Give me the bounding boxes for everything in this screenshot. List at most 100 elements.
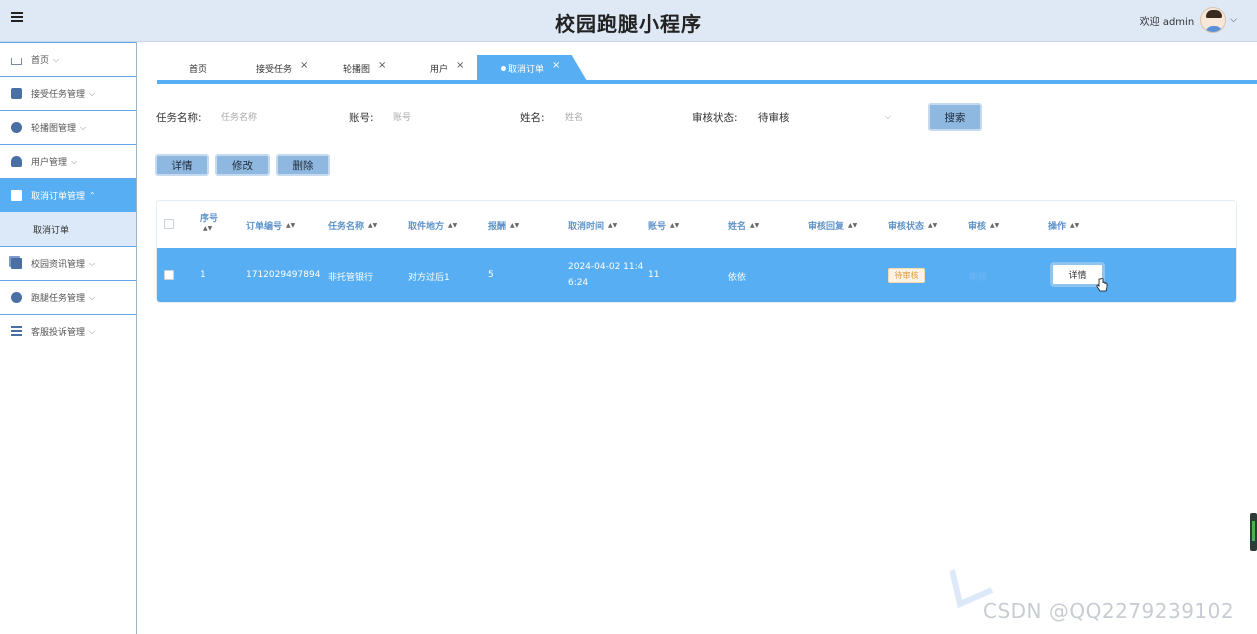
list-icon — [11, 326, 22, 337]
header-order-no[interactable]: 订单编号 ▲▼ — [246, 219, 295, 232]
chevron-up-icon: ⌃ — [89, 191, 96, 200]
tab-underline — [157, 80, 1257, 84]
header-audit[interactable]: 审核 ▲▼ — [968, 219, 999, 232]
sidebar-item-home[interactable]: 首页 ⌵ — [0, 42, 136, 76]
sidebar-item-campus-news[interactable]: 校园资讯管理 ⌵ — [0, 246, 136, 280]
header-seq[interactable]: 序号 ▲▼ — [200, 211, 219, 232]
ticket-icon — [11, 190, 22, 201]
tab-carousel[interactable]: 轮播图 × — [343, 55, 386, 81]
sidebar-subitem-cancel-order[interactable]: 取消订单 — [0, 212, 136, 246]
sort-icon[interactable]: ▲▼ — [286, 223, 295, 229]
cell-name: 依依 — [728, 273, 747, 283]
sort-icon[interactable]: ▲▼ — [203, 226, 212, 232]
header-account[interactable]: 账号 ▲▼ — [648, 219, 679, 232]
status-badge: 待审核 — [888, 268, 925, 283]
sort-icon[interactable]: ▲▼ — [750, 223, 759, 229]
sort-icon[interactable]: ▲▼ — [670, 223, 679, 229]
tab-bar: 首页 接受任务 × 轮播图 × 用户 × 取消订单 × — [137, 42, 1257, 84]
orders-table: 序号 ▲▼ 订单编号 ▲▼ 任务名称 ▲▼ 取件地方 ▲▼ 报酬 ▲▼ 取消时间 ▲▼ 账… — [156, 200, 1237, 303]
plus-circle-icon — [11, 122, 22, 133]
sidebar-item-label: 接受任务管理 — [31, 90, 86, 100]
account-label: 账号: — [349, 112, 374, 124]
close-icon[interactable]: × — [552, 60, 560, 71]
header-label: 取消时间 — [568, 222, 605, 232]
header-label: 审核状态 — [888, 222, 925, 232]
sidebar-item-cancel-order[interactable]: 取消订单管理 ⌃ — [0, 178, 136, 212]
sort-icon[interactable]: ▲▼ — [608, 223, 617, 229]
sort-icon[interactable]: ▲▼ — [368, 223, 377, 229]
sort-icon[interactable]: ▲▼ — [448, 223, 457, 229]
header-pickup[interactable]: 取件地方 ▲▼ — [408, 219, 457, 232]
delete-button[interactable]: 删除 — [276, 154, 330, 176]
watermark-text: CSDN @QQ2279239102 — [983, 599, 1235, 623]
menu-toggle-icon[interactable] — [11, 12, 23, 24]
close-icon[interactable]: × — [300, 60, 308, 71]
sidebar-item-accept-task[interactable]: 接受任务管理 ⌵ — [0, 76, 136, 110]
header-label: 报酬 — [488, 222, 507, 232]
search-button[interactable]: 搜索 — [928, 103, 982, 131]
cell-task-name: 非托管银行 — [328, 273, 374, 283]
detail-button[interactable]: 详情 — [155, 154, 209, 176]
chevron-down-icon: ⌵ — [884, 112, 891, 121]
user-menu[interactable]: 欢迎 admin ⌵ — [1140, 5, 1237, 35]
cell-cancel-time-line1: 2024-04-02 11:4 — [568, 262, 644, 272]
sidebar-item-complaints[interactable]: 客服投诉管理 ⌵ — [0, 314, 136, 348]
sidebar-item-users[interactable]: 用户管理 ⌵ — [0, 144, 136, 178]
close-icon[interactable]: × — [456, 60, 464, 71]
header-audit-reply[interactable]: 审核回复 ▲▼ — [808, 219, 857, 232]
tab-cancel-order[interactable]: 取消订单 × — [477, 55, 587, 81]
avatar[interactable] — [1200, 7, 1227, 33]
audit-link[interactable]: 审核 — [969, 270, 987, 283]
tab-label: 轮播图 — [343, 64, 371, 75]
name-input[interactable] — [563, 105, 683, 129]
header-label: 姓名 — [728, 222, 747, 232]
header-label: 取件地方 — [408, 222, 445, 232]
edit-button[interactable]: 修改 — [215, 154, 270, 176]
check-circle-icon — [11, 292, 22, 303]
sidebar-item-label: 客服投诉管理 — [31, 328, 86, 338]
bookmark-icon — [11, 88, 22, 99]
chevron-down-icon: ⌵ — [71, 156, 78, 166]
active-dot-icon — [501, 65, 506, 71]
tab-users[interactable]: 用户 × — [430, 55, 464, 81]
row-checkbox[interactable] — [164, 270, 174, 280]
sidebar-item-label: 取消订单管理 — [31, 192, 86, 202]
tab-home[interactable]: 首页 — [189, 55, 207, 81]
chevron-down-icon: ⌵ — [53, 54, 60, 64]
header-audit-status[interactable]: 审核状态 ▲▼ — [888, 219, 937, 232]
header-cancel-time[interactable]: 取消时间 ▲▼ — [568, 219, 617, 232]
sort-icon[interactable]: ▲▼ — [510, 223, 519, 229]
task-name-input[interactable] — [219, 105, 339, 129]
chevron-down-icon: ⌵ — [80, 122, 87, 132]
tab-accept-task[interactable]: 接受任务 × — [256, 55, 308, 81]
cell-pickup: 对方过后1 — [408, 273, 450, 283]
sidebar-item-errand-task[interactable]: 跑腿任务管理 ⌵ — [0, 280, 136, 314]
sidebar-item-label: 校园资讯管理 — [31, 260, 86, 270]
table-header: 序号 ▲▼ 订单编号 ▲▼ 任务名称 ▲▼ 取件地方 ▲▼ 报酬 ▲▼ 取消时间 ▲▼ 账… — [157, 201, 1236, 248]
audit-status-label: 审核状态: — [692, 112, 738, 124]
close-icon[interactable]: × — [378, 60, 386, 71]
chevron-down-icon[interactable]: ⌵ — [1230, 15, 1237, 25]
header-label: 审核回复 — [808, 222, 845, 232]
table-row[interactable]: 1 1712029497894 非托管银行 对方过后1 5 2024-04-02… — [157, 248, 1236, 302]
app-title: 校园跑腿小程序 — [555, 12, 702, 36]
header-reward[interactable]: 报酬 ▲▼ — [488, 219, 519, 232]
audit-status-select[interactable]: 待审核 ⌵ — [755, 105, 895, 129]
chevron-down-icon: ⌵ — [89, 292, 96, 302]
sort-icon[interactable]: ▲▼ — [1070, 223, 1079, 229]
header-task-name[interactable]: 任务名称 ▲▼ — [328, 219, 377, 232]
sidebar-item-carousel[interactable]: 轮播图管理 ⌵ — [0, 110, 136, 144]
cell-seq: 1 — [200, 270, 206, 280]
tab-label: 接受任务 — [256, 64, 293, 75]
sort-icon[interactable]: ▲▼ — [990, 223, 999, 229]
header-name[interactable]: 姓名 ▲▼ — [728, 219, 759, 232]
sort-icon[interactable]: ▲▼ — [928, 223, 937, 229]
scroll-handle[interactable] — [1250, 513, 1257, 551]
header-operation[interactable]: 操作 ▲▼ — [1048, 219, 1079, 232]
hand-cursor-icon — [1096, 278, 1108, 292]
sort-icon[interactable]: ▲▼ — [848, 223, 857, 229]
header-label: 审核 — [968, 222, 987, 232]
header-seq-label: 序号 — [200, 214, 219, 224]
account-input[interactable] — [391, 105, 511, 129]
select-all-checkbox[interactable] — [164, 219, 174, 229]
